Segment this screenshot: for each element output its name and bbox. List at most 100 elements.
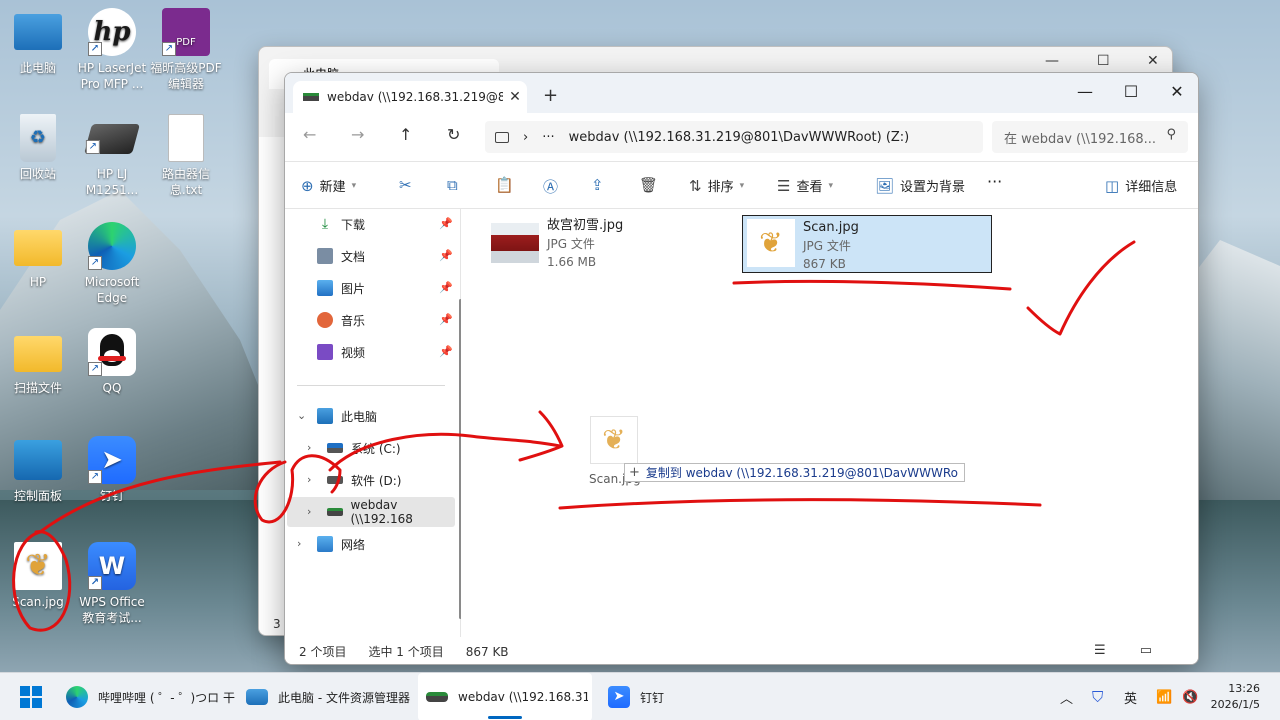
desktop-icon-pdf-editor[interactable]: PDF ↗ 福昕高级PDF编辑器 [148,8,224,92]
sidebar-item-documents[interactable]: 文档 [317,243,365,269]
plus-circle-icon: ⊕ [301,176,314,195]
copy-button[interactable]: ⧉ [447,176,458,194]
sidebar-item-pictures[interactable]: 图片 [317,275,365,301]
back-arrow-icon[interactable]: ← [303,125,316,144]
recycle-bin-icon: ♻ [20,114,56,162]
wifi-icon[interactable]: 📶 [1156,673,1172,720]
sort-button[interactable]: ⇅ 排序 ▾ [689,176,745,196]
desktop-icon-label: 回收站 [19,167,56,181]
sidebar-item-downloads[interactable]: ⤓ 下载 [317,211,365,237]
sidebar-item-network[interactable]: 网络 [317,531,365,557]
view-button[interactable]: ☰ 查看 ▾ [777,176,833,196]
desktop-icon-control-panel[interactable]: 控制面板 [0,436,76,504]
desktop-icon-recycle-bin[interactable]: ♻ 回收站 [0,114,76,182]
new-button[interactable]: ⊕ 新建 ▾ [301,176,356,196]
share-button[interactable]: ⇪ [591,176,604,194]
minimize-button[interactable]: — [1062,77,1108,107]
rename-icon: Ⓐ [543,178,559,196]
shortcut-arrow-icon: ↗ [88,42,102,56]
show-hidden-icons-button[interactable]: ︿ [1060,673,1073,720]
desktop-icon-wps[interactable]: W ↗ WPS Office 教育考试... [74,542,150,626]
chevron-right-icon[interactable]: › [307,505,311,518]
title-bar[interactable]: webdav (\\192.168.31.219@801 ✕ + — ☐ ✕ [285,73,1198,113]
close-button[interactable]: ✕ [1154,77,1198,107]
file-item-selected[interactable]: ❦ Scan.jpg JPG 文件 867 KB [742,215,992,273]
view-list-icon: ☰ [777,176,791,195]
sidebar-item-drive-d[interactable]: 软件 (D:) [327,467,401,493]
refresh-icon[interactable]: ↻ [447,125,460,144]
close-tab-icon[interactable]: ✕ [503,89,527,105]
shortcut-arrow-icon: ↗ [88,576,102,590]
chevron-right-icon[interactable]: › [297,537,301,550]
paste-button[interactable]: 📋 [495,176,514,194]
chevron-right-icon: › [523,129,529,145]
wps-icon: W ↗ [88,542,136,590]
desktop-icon-hp-scanner[interactable]: ↗ HP LJ M1251... [74,114,150,198]
clock[interactable]: 13:26 2026/1/5 [1211,681,1260,713]
taskbar-item-webdav[interactable]: webdav (\\192.168.31.219 [418,673,592,720]
minimize-button[interactable]: — [1045,53,1059,69]
taskbar-item-bilibili[interactable]: 哔哩哔哩 ( ゜- ゜)つロ 干 [64,673,236,720]
network-icon [317,536,333,552]
edge-icon: ↗ [88,222,136,270]
sidebar-item-this-pc[interactable]: 此电脑 [317,403,377,429]
desktop-icon-hp-folder[interactable]: HP [0,222,76,290]
address-path: webdav (\\192.168.31.219@801\DavWWWRoot)… [568,129,910,145]
sidebar-item-videos[interactable]: 视频 [317,339,365,365]
desktop-icon-hp-laserjet[interactable]: hp ↗ HP LaserJet Pro MFP ... [74,8,150,92]
security-tray-icon[interactable]: ⛉ [1092,673,1103,720]
status-text: 3 [273,617,281,631]
delete-button[interactable]: 🗑 [639,176,658,194]
desktop-icon-router-txt[interactable]: 路由器信息.txt [148,114,224,198]
sidebar-item-drive-c[interactable]: 系统 (C:) [327,435,401,461]
sort-icon: ⇅ [689,176,702,195]
address-overflow-button[interactable]: ··· [542,130,554,145]
sidebar-item-webdav[interactable]: webdav (\\192.168 [327,498,460,526]
file-list[interactable]: 故宫初雪.jpg JPG 文件 1.66 MB ❦ Scan.jpg JPG 文… [461,209,1198,637]
more-options-button[interactable]: ··· [987,172,1002,191]
chevron-right-icon[interactable]: › [307,473,311,486]
up-arrow-icon[interactable]: ↑ [399,125,412,144]
rename-button[interactable]: Ⓐ [543,176,558,197]
image-thumbnail [491,223,539,263]
chevron-down-icon[interactable]: ⌄ [297,409,306,422]
chevron-down-icon: ▾ [739,180,745,191]
forward-arrow-icon[interactable]: → [351,125,364,144]
taskbar-item-explorer[interactable]: 此电脑 - 文件资源管理器 [244,673,412,720]
desktop-icon-scan-folder[interactable]: 扫描文件 [0,328,76,396]
set-background-button[interactable]: 🖼 设置为背景 [875,176,965,196]
details-pane-icon: ◫ [1105,176,1120,195]
scanner-icon: ↗ [83,124,141,154]
desktop-icon-dingtalk[interactable]: ➤ ↗ 钉钉 [74,436,150,504]
desktop-icon-qq[interactable]: ↗ QQ [74,328,150,396]
desktop-icon-label: 控制面板 [13,489,62,503]
file-item[interactable]: 故宫初雪.jpg JPG 文件 1.66 MB [491,217,623,275]
details-view-icon[interactable]: ☰ [1094,643,1118,658]
tab-webdav[interactable]: webdav (\\192.168.31.219@801 ✕ [293,81,527,113]
details-pane-button[interactable]: ◫ 详细信息 [1105,176,1177,196]
shortcut-arrow-icon: ↗ [88,362,102,376]
navigation-pane: ⤓ 下载 📌 文档 📌 图片 📌 音乐 📌 视频 📌 ⌄ 此电脑 › 系统 (C:… [285,209,462,637]
search-input[interactable]: 在 webdav (\\192.168... ⚲ [992,121,1188,153]
new-tab-button[interactable]: + [543,85,558,106]
taskbar-item-dingtalk[interactable]: ➤ 钉钉 [604,673,684,720]
desktop-icon-this-pc[interactable]: 此电脑 [0,8,76,76]
maximize-button[interactable]: ☐ [1097,53,1110,69]
start-button[interactable] [20,673,42,720]
desktop-icon-edge[interactable]: ↗ Microsoft Edge [74,222,150,306]
desktop-icon-scan-jpg[interactable]: ❦ Scan.jpg [0,542,76,610]
close-button[interactable]: ✕ [1147,53,1159,69]
pin-icon: 📌 [439,313,453,326]
input-method-indicator[interactable]: 英 [1124,673,1137,720]
folder-icon [14,230,62,266]
pin-icon: 📌 [439,281,453,294]
maximize-button[interactable]: ☐ [1108,77,1154,107]
speaker-muted-icon[interactable]: 🔇 [1182,673,1198,720]
chevron-right-icon[interactable]: › [307,441,311,454]
address-bar[interactable]: › ··· webdav (\\192.168.31.219@801\DavWW… [485,121,983,153]
cut-button[interactable]: ✂ [399,176,412,194]
explorer-window[interactable]: webdav (\\192.168.31.219@801 ✕ + — ☐ ✕ ←… [284,72,1199,665]
sidebar-item-music[interactable]: 音乐 [317,307,365,333]
drag-copy-tooltip: + 复制到 webdav (\\192.168.31.219@801\DavWW… [624,463,965,482]
tiles-view-icon[interactable]: ▭ [1140,643,1164,658]
